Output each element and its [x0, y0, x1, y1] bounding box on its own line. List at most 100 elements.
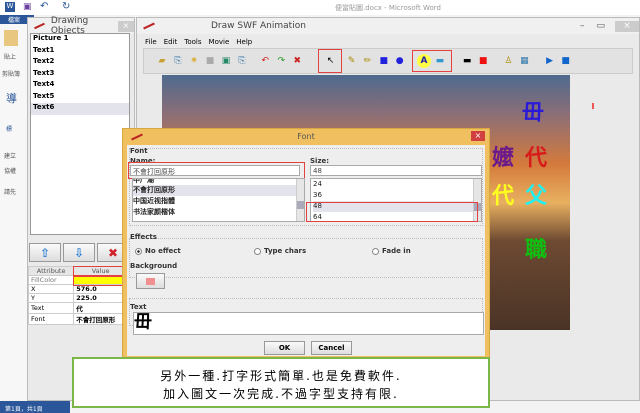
scrollbar-thumb[interactable]: [297, 201, 304, 209]
word-ribbon: 貼上 剪貼簿 導 標 建立 協權 請先: [0, 24, 28, 400]
save-icon[interactable]: ▣: [23, 2, 32, 12]
column-header[interactable]: Value: [72, 265, 129, 277]
list-item[interactable]: 不會打回原形: [133, 185, 304, 196]
text-tool-icon[interactable]: A: [416, 54, 431, 68]
word-title-bar: W ▣ ↶ ↻ 便當貼圖.docx - Microsoft Word: [0, 0, 640, 15]
cancel-button[interactable]: Cancel: [311, 341, 352, 355]
stop-icon[interactable]: ■: [559, 54, 573, 68]
canvas-text[interactable]: 代: [492, 178, 514, 210]
column-header[interactable]: Attribute: [27, 266, 75, 276]
open-icon[interactable]: ▰: [155, 54, 169, 68]
font-group-label: Font: [130, 147, 148, 155]
redo-icon[interactable]: ↻: [62, 1, 70, 12]
fill-color-value[interactable]: [72, 274, 129, 286]
radio-type-chars[interactable]: Type chars: [254, 247, 306, 255]
list-item[interactable]: 24: [313, 179, 479, 190]
picture-tool-icon[interactable]: ▬: [433, 54, 447, 68]
new-icon[interactable]: ✷: [187, 54, 201, 68]
title-bar: Draw SWF Animation – ▭ ×: [137, 18, 639, 34]
undo-icon[interactable]: ↶: [40, 1, 48, 12]
import-icon[interactable]: ⎘: [171, 54, 185, 68]
list-item[interactable]: 36: [313, 190, 479, 201]
delete-icon[interactable]: ✖: [290, 54, 304, 68]
line-color-icon[interactable]: ▬: [460, 54, 474, 68]
table-row[interactable]: X 576.0: [27, 284, 128, 294]
radio-fade-in[interactable]: Fade in: [372, 247, 411, 255]
object-list[interactable]: Picture 1 Text1 Text2 Text3 Text4 Text5 …: [30, 33, 130, 235]
pen-icon: [34, 22, 45, 30]
up-arrow-icon: ⇧: [39, 245, 51, 260]
export-icon[interactable]: ⎘: [235, 54, 249, 68]
list-item[interactable]: Text3: [31, 69, 129, 81]
list-item[interactable]: Text4: [31, 80, 129, 92]
ribbon-label: 協權: [4, 168, 17, 175]
ribbon-nav[interactable]: 導: [0, 90, 28, 106]
select-arrow-icon[interactable]: ↖: [318, 49, 343, 73]
move-down-button[interactable]: ⇩: [63, 243, 95, 262]
word-logo-icon: W: [5, 2, 15, 12]
background-label: Background: [130, 262, 178, 270]
close-icon[interactable]: ×: [615, 20, 639, 32]
attribute-table: Attribute Value FillColor X 576.0 Y 225.0 T…: [27, 265, 129, 325]
attr-value[interactable]: 225.0: [73, 293, 128, 303]
fill-color-icon[interactable]: ■: [476, 54, 490, 68]
play-icon[interactable]: ▶: [543, 54, 557, 68]
attr-value[interactable]: 576.0: [73, 284, 128, 294]
attr-value[interactable]: 不會打回原形: [73, 313, 128, 325]
move-up-button[interactable]: ⇧: [29, 243, 61, 262]
table-row[interactable]: Text 代: [27, 302, 128, 314]
paint-icon[interactable]: ♙: [501, 54, 515, 68]
close-icon[interactable]: ×: [117, 20, 134, 32]
list-item[interactable]: Text1: [31, 46, 129, 58]
list-item[interactable]: Text6: [31, 103, 129, 115]
table-row[interactable]: Y 225.0: [27, 293, 128, 303]
menu-edit[interactable]: Edit: [164, 38, 178, 46]
paste-icon[interactable]: [4, 30, 18, 46]
canvas-text[interactable]: 代: [525, 140, 547, 172]
list-item[interactable]: 书法家颜楷体: [133, 207, 304, 218]
menu-tools[interactable]: Tools: [184, 38, 201, 46]
down-arrow-icon: ⇩: [73, 245, 85, 260]
font-size-input[interactable]: 48: [310, 165, 482, 176]
list-item[interactable]: Text5: [31, 92, 129, 104]
maximize-icon[interactable]: ▭: [596, 21, 605, 31]
text-input[interactable]: 毌: [133, 312, 484, 335]
close-icon[interactable]: ×: [471, 131, 485, 141]
table-row[interactable]: FillColor: [27, 274, 129, 286]
radio-no-effect[interactable]: No effect: [135, 247, 181, 255]
attr-value[interactable]: 代: [73, 302, 128, 314]
caption-line: 加入圖文一次完成.不過字型支持有限.: [163, 387, 399, 401]
ellipse-icon[interactable]: ●: [393, 54, 407, 68]
canvas-text[interactable]: 父: [525, 178, 547, 210]
minimize-icon[interactable]: –: [580, 21, 585, 31]
canvas-text[interactable]: 毌: [522, 95, 544, 127]
dialog-title: Font: [297, 132, 315, 141]
frames-icon[interactable]: ▦: [517, 54, 531, 68]
rectangle-icon[interactable]: ■: [377, 54, 391, 68]
pen-tool-icon[interactable]: ✏: [361, 54, 375, 68]
background-color-button[interactable]: [136, 273, 165, 289]
ok-button[interactable]: OK: [264, 341, 305, 355]
canvas-text[interactable]: 嬤: [492, 140, 514, 172]
effects-label: Effects: [130, 233, 157, 241]
list-item[interactable]: Text2: [31, 57, 129, 69]
pencil-icon[interactable]: ✎: [345, 54, 359, 68]
list-item[interactable]: 中国近视指體: [133, 196, 304, 207]
delete-x-icon: ✖: [107, 245, 119, 260]
list-item[interactable]: Picture 1: [31, 34, 129, 46]
scrollbar[interactable]: [296, 179, 304, 221]
font-name-list[interactable]: 中广潮 不會打回原形 中国近视指體 书法家颜楷体: [132, 178, 305, 222]
menu-file[interactable]: File: [145, 38, 157, 46]
canvas-text[interactable]: 職: [525, 232, 547, 264]
size-label: Size:: [310, 157, 330, 165]
menu-help[interactable]: Help: [236, 38, 252, 46]
paste-label[interactable]: 貼上: [0, 52, 28, 61]
table-row[interactable]: Font 不會打回原形: [27, 313, 128, 325]
color-swatch: [146, 277, 155, 285]
image-icon[interactable]: ▣: [219, 54, 233, 68]
menu-movie[interactable]: Movie: [209, 38, 230, 46]
redo-icon[interactable]: ↷: [274, 54, 288, 68]
status-page: 第1頁，共1頁: [0, 401, 70, 413]
undo-icon[interactable]: ↶: [258, 54, 272, 68]
disabled-icon: ■: [205, 56, 215, 66]
